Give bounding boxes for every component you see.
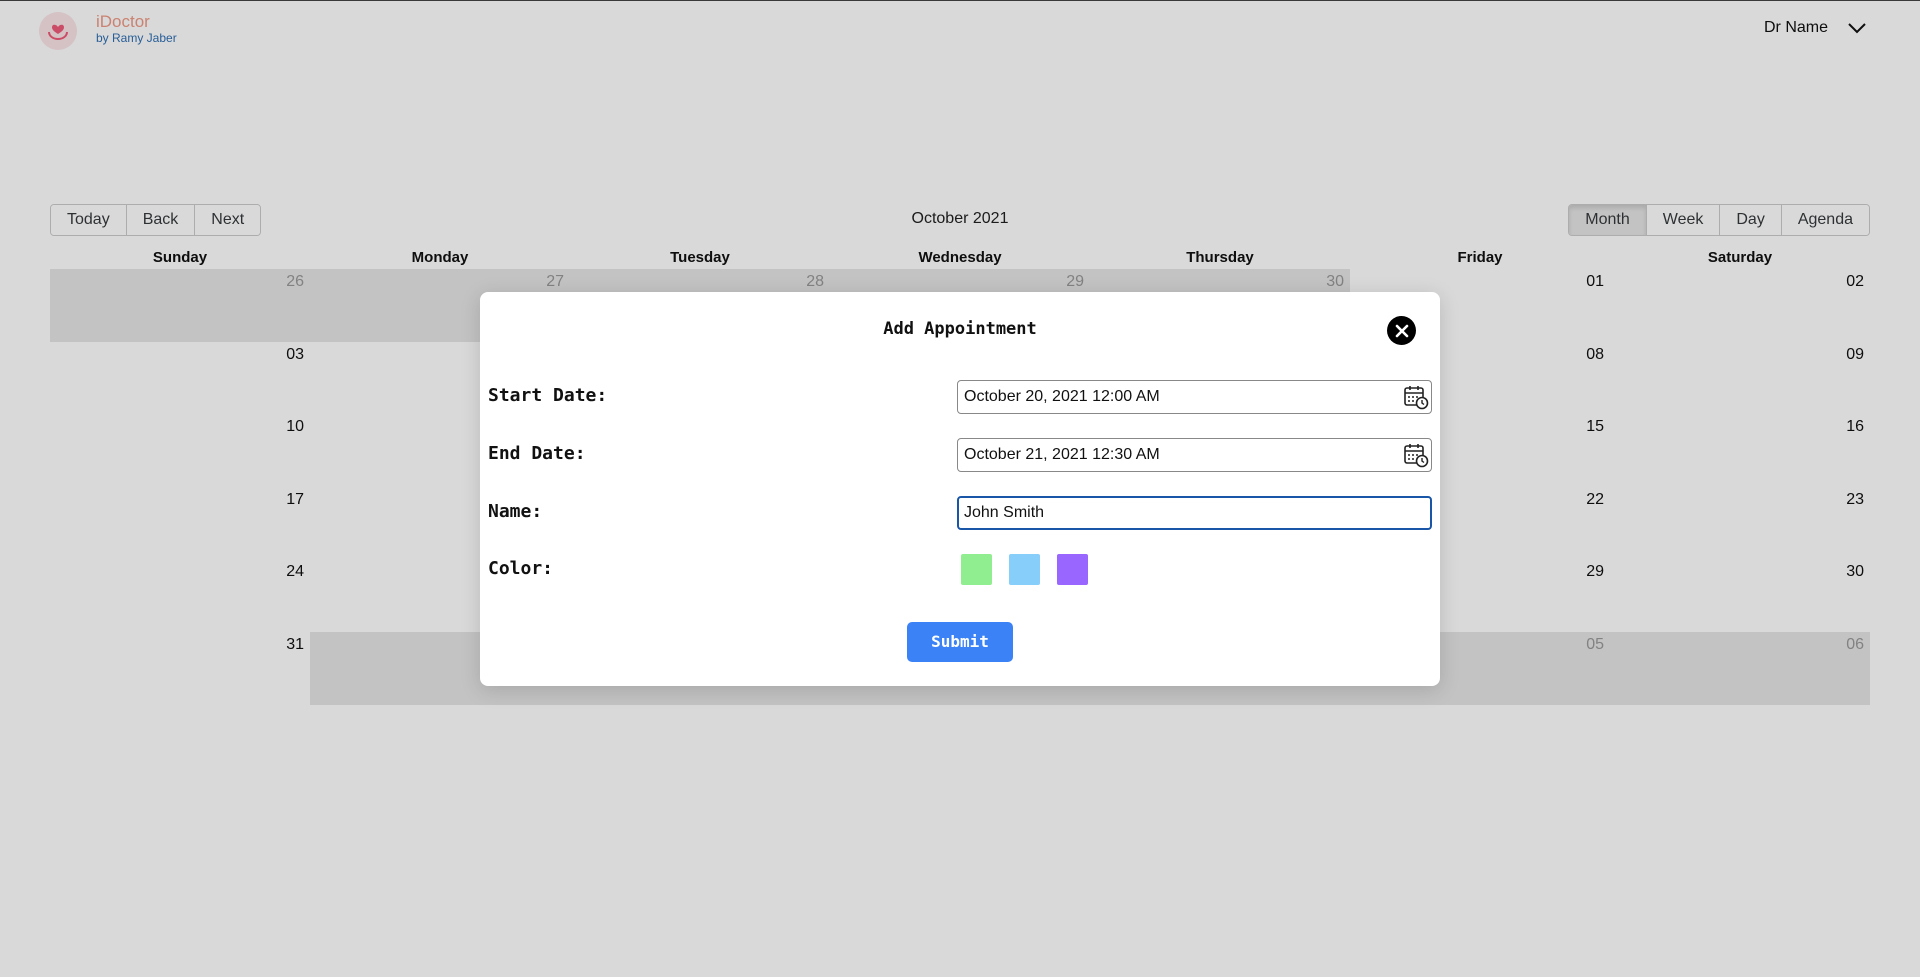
start-date-label: Start Date: [488, 385, 608, 406]
add-appointment-modal: Add Appointment Start Date: October 20, … [480, 292, 1440, 686]
start-date-value: October 20, 2021 12:00 AM [964, 388, 1160, 405]
start-date-field[interactable]: October 20, 2021 12:00 AM [957, 380, 1432, 414]
color-swatch-purple[interactable] [1057, 554, 1088, 585]
submit-button[interactable]: Submit [907, 622, 1013, 662]
name-input[interactable]: John Smith [957, 496, 1432, 530]
calendar-clock-icon[interactable] [1403, 442, 1429, 468]
end-date-label: End Date: [488, 443, 586, 464]
calendar-clock-icon[interactable] [1403, 384, 1429, 410]
name-label: Name: [488, 501, 543, 522]
close-button[interactable] [1387, 316, 1416, 345]
close-icon [1395, 324, 1408, 337]
end-date-value: October 21, 2021 12:30 AM [964, 446, 1160, 463]
color-label: Color: [488, 558, 554, 579]
color-swatch-green[interactable] [961, 554, 992, 585]
modal-title: Add Appointment [883, 319, 1037, 339]
end-date-field[interactable]: October 21, 2021 12:30 AM [957, 438, 1432, 472]
color-swatch-blue[interactable] [1009, 554, 1040, 585]
